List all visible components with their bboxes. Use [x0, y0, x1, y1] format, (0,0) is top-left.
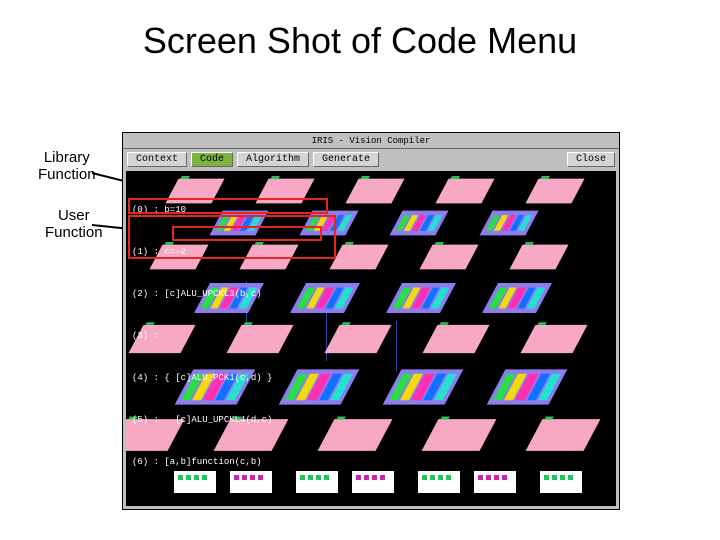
menu-close[interactable]: Close	[567, 152, 615, 167]
chip-pink	[329, 245, 388, 270]
window-menubar: Context Code Algorithm Generate Close	[123, 149, 619, 169]
chip-io-magenta	[474, 471, 516, 493]
chip-purple	[487, 369, 568, 404]
chip-purple	[386, 283, 456, 313]
chip-pink	[422, 419, 497, 451]
app-window: IRIS - Vision Compiler Context Code Algo…	[122, 132, 620, 510]
chip-purple	[383, 369, 464, 404]
chip-pink	[345, 179, 404, 204]
chip-pink	[423, 325, 490, 353]
chip-purple	[482, 283, 552, 313]
code-line: (1) : c=-2	[130, 245, 274, 259]
code-line: (6) : [a,b]function(c,b)	[130, 455, 274, 469]
code-listing: (0) : b=10 (1) : c=-2 (2) : [c]ALU_UPCKL…	[130, 175, 274, 497]
slide-title: Screen Shot of Code Menu	[0, 20, 720, 62]
chip-io-green	[418, 471, 460, 493]
chip-pink	[435, 179, 494, 204]
chip-pink	[419, 245, 478, 270]
menu-generate[interactable]: Generate	[313, 152, 379, 167]
chip-purple	[290, 283, 360, 313]
canvas-viewport[interactable]: (0) : b=10 (1) : c=-2 (2) : [c]ALU_UPCKL…	[126, 171, 616, 506]
code-line: (2) : [c]ALU_UPCKL3(b,c)	[130, 287, 274, 301]
annotation-library-function: LibraryFunction	[38, 150, 96, 183]
chip-io-green	[540, 471, 582, 493]
menu-context[interactable]: Context	[127, 152, 187, 167]
chip-pink	[318, 419, 393, 451]
menu-algorithm[interactable]: Algorithm	[237, 152, 309, 167]
chip-pink	[526, 419, 601, 451]
code-line: (0) : b=10	[130, 203, 274, 217]
menu-code[interactable]: Code	[191, 152, 233, 167]
window-titlebar: IRIS - Vision Compiler	[123, 133, 619, 149]
chip-io-green	[296, 471, 338, 493]
chip-io-magenta	[352, 471, 394, 493]
route-line	[396, 321, 397, 371]
chip-purple	[389, 211, 448, 236]
chip-pink	[525, 179, 584, 204]
chip-purple	[479, 211, 538, 236]
chip-pink	[325, 325, 392, 353]
code-line: (3) :	[130, 329, 274, 343]
chip-purple	[279, 369, 360, 404]
code-line: (5) : [c]ALU_UPCKL4(d,c)	[130, 413, 274, 427]
code-line: (4) : { [c]ALU_PCK1(c,d) }	[130, 371, 274, 385]
chip-pink	[509, 245, 568, 270]
chip-purple	[299, 211, 358, 236]
chip-pink	[521, 325, 588, 353]
